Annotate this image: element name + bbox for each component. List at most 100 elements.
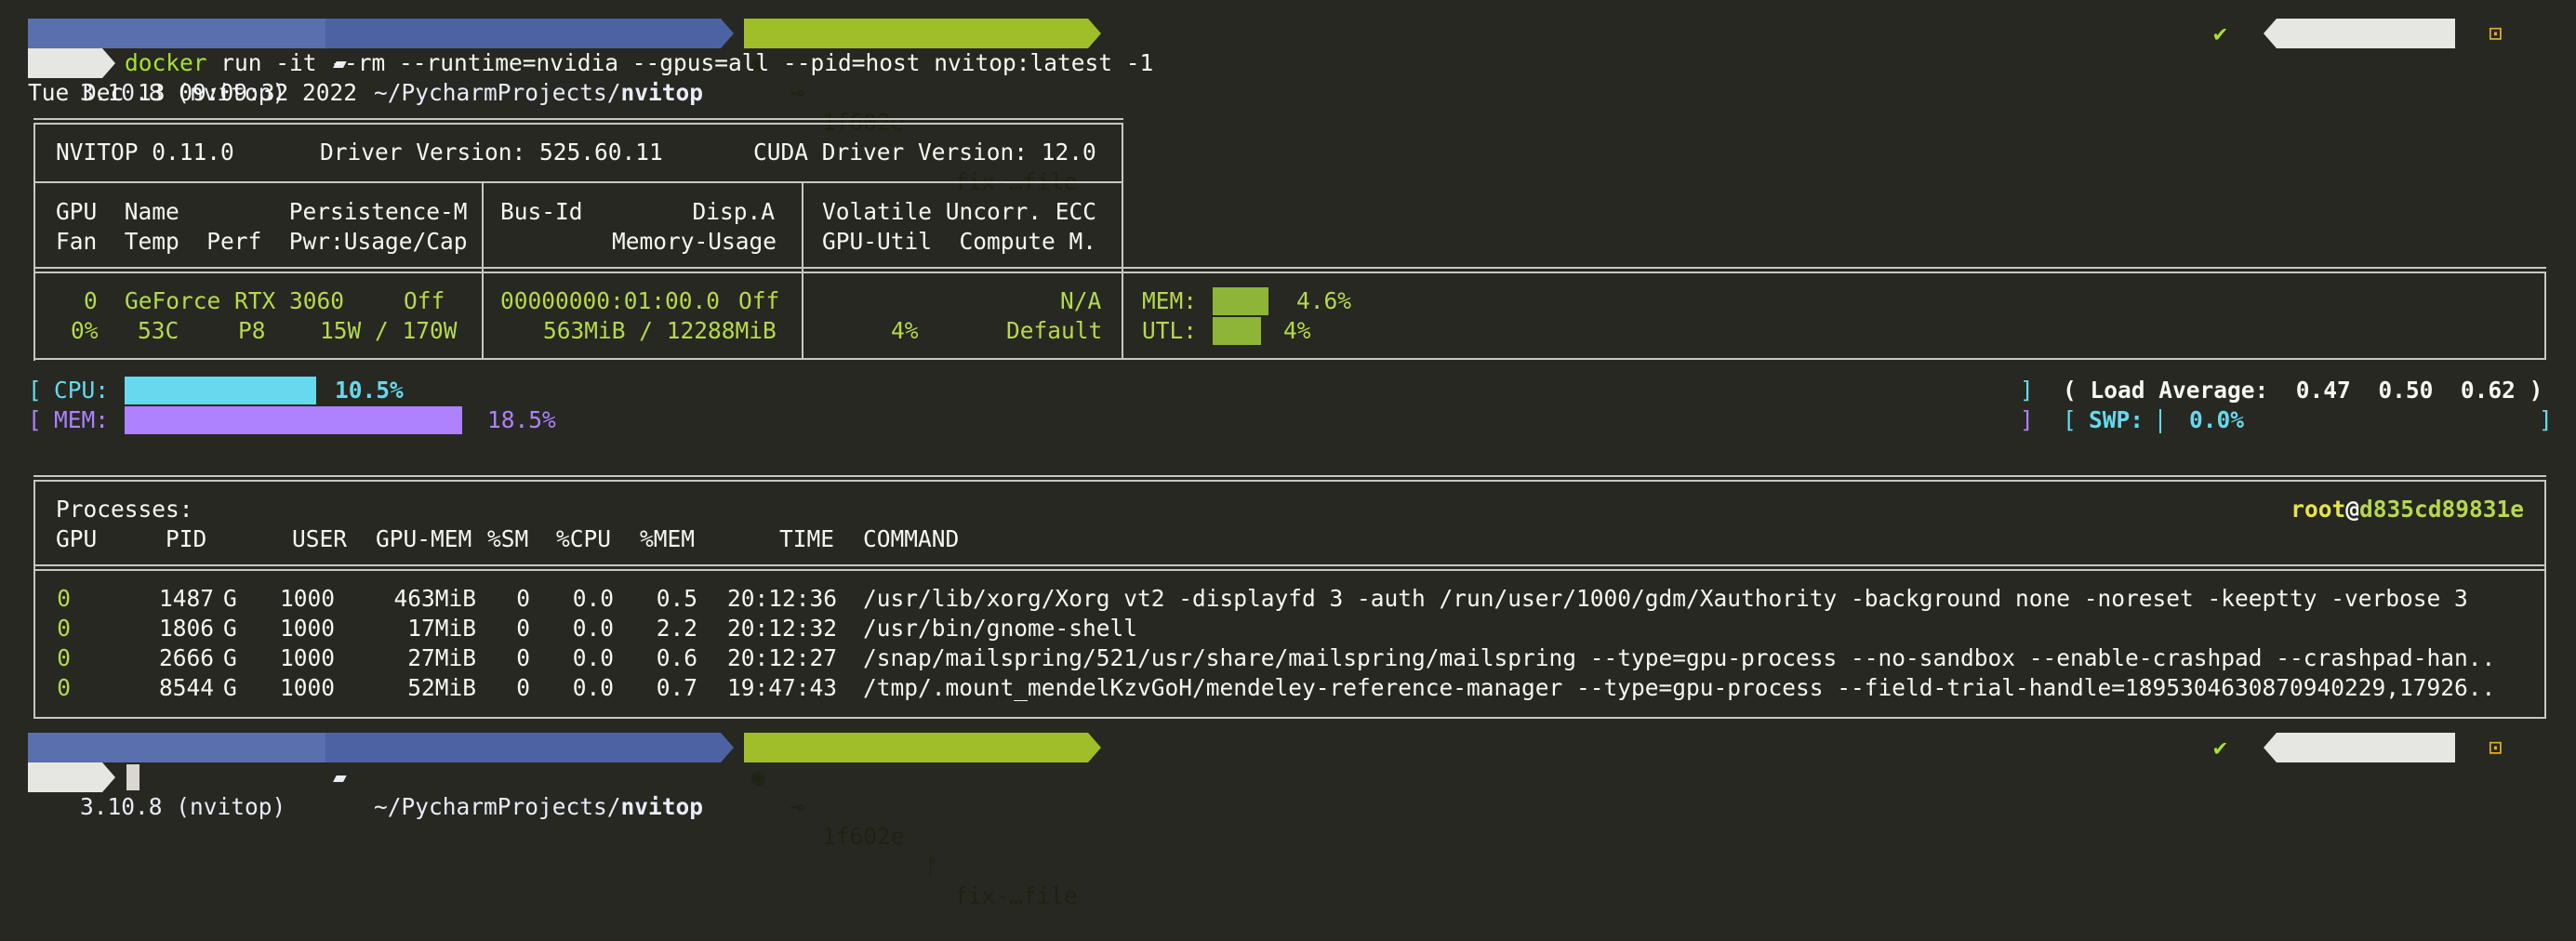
proc-type: G	[223, 674, 237, 701]
processes-title: Processes:	[56, 496, 193, 523]
column-divider	[1122, 260, 1123, 359]
time-segment: 17:09:28 ◷	[2277, 19, 2455, 106]
gpu-mem-bar-fill	[1213, 287, 1268, 315]
gpu-row-top-border	[33, 267, 2546, 273]
terminal-cursor[interactable]	[126, 764, 139, 790]
host-mem-bar-fill	[125, 406, 462, 434]
bracket-open: [	[2063, 406, 2077, 433]
header-divider	[33, 181, 1123, 183]
gpu-fan: 0%	[71, 317, 99, 344]
gpu-name: GeForce RTX 3060	[125, 287, 345, 314]
git-hash: 1f602e	[822, 823, 905, 850]
gpu-persistence: Off	[404, 287, 445, 314]
load-1min: 0.47	[2295, 377, 2351, 404]
bracket-close: ]	[2020, 377, 2034, 404]
proc-command: /tmp/.mount_mendelKzvGoH/mendeley-refere…	[863, 674, 2496, 701]
cpu-percent: 10.5%	[335, 377, 404, 404]
prompt-time: 17:09:32	[2299, 763, 2410, 790]
gpu-util-bar-fill	[1213, 317, 1261, 345]
col-sm: %SM	[487, 525, 529, 552]
gpu-ecc: N/A	[1060, 287, 1102, 314]
command-program: docker	[125, 49, 207, 76]
gpu-mem-percent: 4.6%	[1296, 287, 1352, 314]
gpu-mem-bar-label: MEM:	[1142, 287, 1198, 314]
col-pid: PID	[166, 525, 207, 552]
segment-separator-icon	[102, 762, 115, 792]
proc-command: /usr/bin/gnome-shell	[863, 615, 1138, 642]
prompt-symbol-segment: ▣ $	[28, 762, 102, 850]
swap-percent: 0.0%	[2189, 406, 2245, 433]
proc-type: G	[223, 644, 237, 671]
cuda-version: CUDA Driver Version: 12.0	[753, 139, 1096, 166]
gpu-bus-id: 00000000:01:00.0	[500, 287, 721, 314]
proc-gpu: 0	[57, 644, 71, 671]
nvitop-version: NVITOP 0.11.0	[56, 139, 234, 166]
proc-time: 20:12:27	[726, 644, 837, 671]
column-header: Memory-Usage	[612, 228, 777, 255]
process-table-bottom	[33, 717, 2546, 719]
terminal-icon: ▣	[39, 793, 53, 820]
prompt-symbol: $	[73, 823, 86, 850]
column-header: Fan Temp Perf Pwr:Usage/Cap	[56, 228, 468, 255]
proc-pid: 8544	[158, 674, 214, 701]
proc-user: 1000	[279, 585, 335, 612]
proc-command: /snap/mailspring/521/usr/share/mailsprin…	[863, 644, 2496, 671]
directory-segment: ▰ ~/PycharmProjects/nvitop	[325, 19, 721, 106]
table-right-border	[2544, 272, 2546, 359]
swap-label: SWP:	[2089, 406, 2144, 433]
proc-user: 1000	[279, 674, 335, 701]
segment-separator-icon	[1088, 19, 1101, 48]
bracket-open: [	[28, 377, 42, 404]
proc-pid: 1806	[158, 615, 214, 642]
prompt-time: 17:09:28	[2299, 49, 2410, 76]
proc-gpu-mem: 463MiB	[393, 585, 476, 612]
time-segment: 17:09:32 ◷	[2277, 733, 2455, 820]
gpu-table-bottom	[33, 358, 2546, 360]
proc-cpu: 0.0	[572, 644, 614, 671]
process-table-left	[33, 480, 35, 718]
proc-sm: 0	[516, 615, 530, 642]
segment-separator-icon	[721, 19, 734, 48]
proc-user: 1000	[279, 644, 335, 671]
python-env-label: 3.10.8 (nvitop)	[80, 793, 286, 820]
segment-separator-icon	[102, 48, 115, 78]
proc-gpu-mem: 17MiB	[407, 615, 476, 642]
user-host: root@d835cd89831e	[2291, 496, 2524, 523]
proc-mem: 0.6	[656, 644, 697, 671]
gpu-util: 4%	[891, 317, 919, 344]
proc-time: 19:47:43	[726, 674, 837, 701]
cpu-bar-fill	[125, 377, 316, 404]
col-mem: %MEM	[640, 525, 696, 552]
commit-icon: ⊸	[790, 793, 804, 820]
proc-sm: 0	[516, 585, 530, 612]
segment-separator-icon	[721, 733, 734, 762]
proc-user: 1000	[279, 615, 335, 642]
branch-icon: ᚠ	[925, 853, 939, 880]
proc-sm: 0	[516, 674, 530, 701]
cpu-label: CPU:	[54, 377, 110, 404]
commit-icon: ⊸	[790, 79, 804, 106]
command-args: run -it --rm --runtime=nvidia --gpus=all…	[220, 49, 1154, 76]
segment-separator-icon	[312, 19, 325, 48]
directory-path: ~/PycharmProjects/nvitop	[374, 79, 704, 106]
gpu-util-bar-label: UTL:	[1142, 317, 1198, 344]
table-top-border	[33, 118, 1123, 125]
prompt-symbol-segment: ▣ $	[28, 48, 102, 136]
status-ok-icon: ✔	[2213, 734, 2227, 761]
proc-type: G	[223, 585, 237, 612]
proc-time: 20:12:36	[726, 585, 837, 612]
segment-separator-icon	[1088, 733, 1101, 762]
proc-cpu: 0.0	[572, 585, 614, 612]
command-line: docker run -it --rm --runtime=nvidia --g…	[125, 48, 1153, 78]
col-gpu-mem: GPU-MEM	[376, 525, 472, 552]
col-command: COMMAND	[863, 525, 960, 552]
proc-mem: 0.5	[656, 585, 697, 612]
column-header: Bus-Id Disp.A	[500, 198, 776, 225]
proc-cpu: 0.0	[572, 615, 614, 642]
status-ok-icon: ✔	[2213, 20, 2227, 46]
column-header: Volatile Uncorr. ECC	[822, 198, 1097, 225]
proc-gpu: 0	[57, 615, 71, 642]
table-right-border	[1122, 123, 1123, 260]
host-mem-percent: 18.5%	[487, 406, 556, 433]
proc-cpu: 0.0	[572, 674, 614, 701]
